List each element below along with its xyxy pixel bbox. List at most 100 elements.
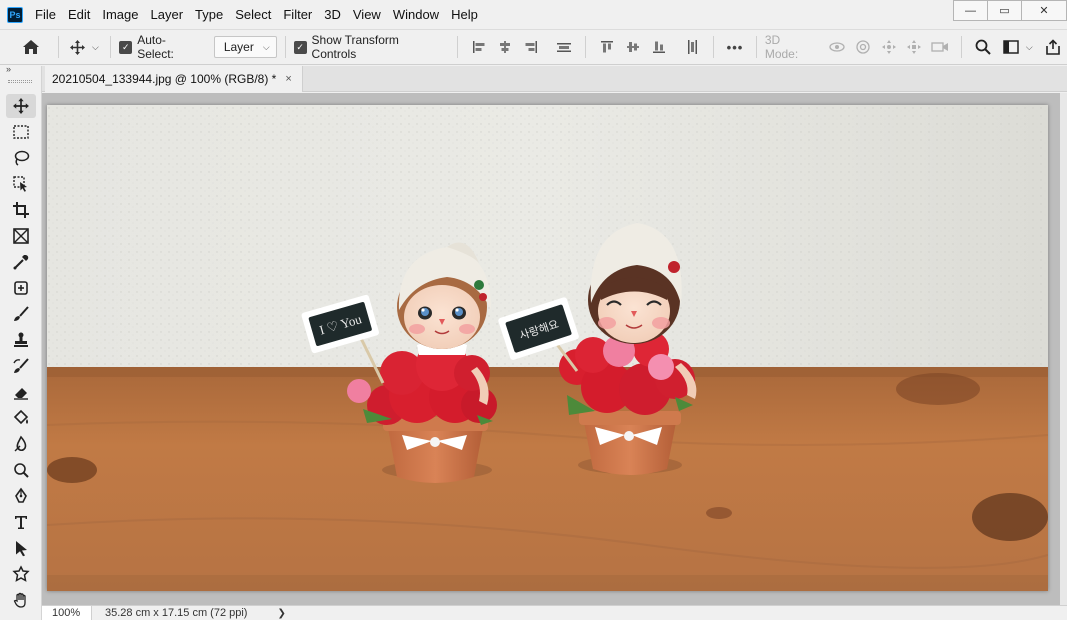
menu-type[interactable]: Type bbox=[189, 0, 229, 29]
separator bbox=[284, 36, 286, 58]
separator bbox=[110, 36, 112, 58]
auto-select-label: Auto-Select: bbox=[137, 33, 174, 61]
eraser-icon bbox=[14, 388, 28, 400]
healing-brush-icon bbox=[14, 281, 28, 295]
paint-bucket-icon bbox=[13, 409, 29, 425]
chevron-right-icon[interactable]: ❯ bbox=[277, 608, 285, 619]
type-icon bbox=[15, 516, 27, 529]
3d-pan-icon[interactable] bbox=[876, 35, 902, 59]
minimize-button[interactable]: — bbox=[953, 0, 987, 21]
3d-camera-icon[interactable] bbox=[927, 35, 953, 59]
chevron-down-icon: ⌵ bbox=[262, 41, 270, 52]
frame-tool[interactable] bbox=[6, 224, 36, 248]
close-tab-icon[interactable]: × bbox=[285, 73, 291, 85]
document-tab-title: 20210504_133944.jpg @ 100% (RGB/8) * bbox=[52, 72, 277, 86]
home-icon[interactable] bbox=[20, 35, 42, 59]
pen-tool[interactable] bbox=[6, 484, 36, 508]
hand-icon bbox=[13, 592, 26, 608]
eyedropper-icon bbox=[13, 255, 29, 270]
hand-tool[interactable] bbox=[6, 588, 36, 612]
marquee-icon bbox=[13, 125, 29, 139]
window-controls: — ▭ ✕ bbox=[953, 0, 1067, 21]
main-menu: File Edit Image Layer Type Select Filter… bbox=[29, 0, 484, 29]
marquee-tool[interactable] bbox=[6, 120, 36, 144]
document-canvas[interactable]: I ♡ You 사랑해요 bbox=[47, 105, 1048, 591]
object-selection-tool[interactable] bbox=[6, 172, 36, 196]
shape-tool[interactable] bbox=[6, 562, 36, 586]
zoom-level-field[interactable]: 100% bbox=[42, 605, 92, 620]
document-tab[interactable]: 20210504_133944.jpg @ 100% (RGB/8) * × bbox=[45, 66, 303, 92]
checkmark-icon: ✓ bbox=[293, 40, 307, 54]
menu-select[interactable]: Select bbox=[229, 0, 277, 29]
workspace-icon[interactable] bbox=[1000, 35, 1024, 59]
3d-orbit-icon[interactable] bbox=[824, 35, 850, 59]
align-left-icon[interactable] bbox=[466, 35, 492, 59]
align-horizontal-center-icon[interactable] bbox=[492, 35, 518, 59]
align-vertical-center-icon[interactable] bbox=[620, 35, 646, 59]
menu-layer[interactable]: Layer bbox=[145, 0, 190, 29]
menu-edit[interactable]: Edit bbox=[62, 0, 96, 29]
canvas-workspace[interactable]: I ♡ You 사랑해요 bbox=[42, 93, 1060, 605]
menu-3d[interactable]: 3D bbox=[318, 0, 347, 29]
history-brush-icon bbox=[13, 358, 29, 373]
paint-bucket-tool[interactable] bbox=[6, 406, 36, 430]
type-tool[interactable] bbox=[6, 510, 36, 534]
path-selection-tool[interactable] bbox=[6, 536, 36, 560]
menu-window[interactable]: Window bbox=[387, 0, 445, 29]
distribute-horizontal-icon[interactable] bbox=[552, 35, 578, 59]
custom-shape-icon bbox=[12, 565, 30, 582]
align-bottom-icon[interactable] bbox=[646, 35, 672, 59]
tools-panel: » bbox=[0, 64, 42, 620]
eraser-tool[interactable] bbox=[6, 380, 36, 404]
vertical-scrollbar[interactable] bbox=[1060, 93, 1067, 605]
photo-image: I ♡ You 사랑해요 bbox=[47, 105, 1048, 591]
align-right-icon[interactable] bbox=[518, 35, 544, 59]
frame-icon bbox=[13, 228, 29, 244]
menu-filter[interactable]: Filter bbox=[277, 0, 318, 29]
menu-file[interactable]: File bbox=[29, 0, 62, 29]
move-tool-icon[interactable] bbox=[67, 35, 89, 59]
restore-button[interactable]: ▭ bbox=[987, 0, 1021, 21]
separator bbox=[457, 36, 459, 58]
separator bbox=[585, 36, 587, 58]
show-transform-label: Show Transform Controls bbox=[311, 33, 399, 61]
more-options-icon[interactable]: ••• bbox=[722, 35, 748, 59]
move-tool[interactable] bbox=[6, 94, 36, 118]
status-bar: 100% 35.28 cm x 17.15 cm (72 ppi) ❯ bbox=[42, 605, 1067, 620]
spot-healing-tool[interactable] bbox=[6, 276, 36, 300]
history-brush-tool[interactable] bbox=[6, 354, 36, 378]
layer-dropdown-value: Layer bbox=[223, 40, 254, 54]
share-icon[interactable] bbox=[1039, 35, 1067, 59]
crop-icon bbox=[13, 202, 29, 218]
object-selection-icon bbox=[13, 176, 27, 192]
distribute-vertical-icon[interactable] bbox=[679, 35, 705, 59]
document-info: 35.28 cm x 17.15 cm (72 ppi) bbox=[105, 607, 248, 619]
clone-stamp-tool[interactable] bbox=[6, 328, 36, 352]
path-selection-icon bbox=[16, 541, 27, 557]
menu-view[interactable]: View bbox=[347, 0, 387, 29]
panel-grip[interactable] bbox=[8, 80, 32, 83]
lasso-tool[interactable] bbox=[6, 146, 36, 170]
dodge-icon bbox=[14, 463, 29, 478]
show-transform-checkbox[interactable]: ✓ Show Transform Controls bbox=[293, 33, 446, 61]
photoshop-logo-icon: Ps bbox=[7, 6, 23, 23]
expand-panel-icon[interactable]: » bbox=[6, 64, 11, 74]
brush-tool[interactable] bbox=[6, 302, 36, 326]
search-icon[interactable] bbox=[970, 35, 996, 59]
blur-tool[interactable] bbox=[6, 432, 36, 456]
menu-image[interactable]: Image bbox=[96, 0, 144, 29]
3d-roll-icon[interactable] bbox=[850, 35, 876, 59]
chevron-down-icon[interactable]: ⌵ bbox=[89, 35, 103, 59]
3d-slide-icon[interactable] bbox=[901, 35, 927, 59]
eyedropper-tool[interactable] bbox=[6, 250, 36, 274]
pen-icon bbox=[15, 487, 27, 503]
align-top-icon[interactable] bbox=[594, 35, 620, 59]
crop-tool[interactable] bbox=[6, 198, 36, 222]
dodge-tool[interactable] bbox=[6, 458, 36, 482]
stamp-icon bbox=[14, 332, 28, 347]
chevron-down-icon[interactable]: ⌵ bbox=[1023, 35, 1035, 59]
auto-select-checkbox[interactable]: ✓ Auto-Select: bbox=[119, 33, 201, 61]
layer-dropdown[interactable]: Layer ⌵ bbox=[213, 36, 277, 58]
menu-help[interactable]: Help bbox=[445, 0, 484, 29]
close-button[interactable]: ✕ bbox=[1021, 0, 1067, 21]
